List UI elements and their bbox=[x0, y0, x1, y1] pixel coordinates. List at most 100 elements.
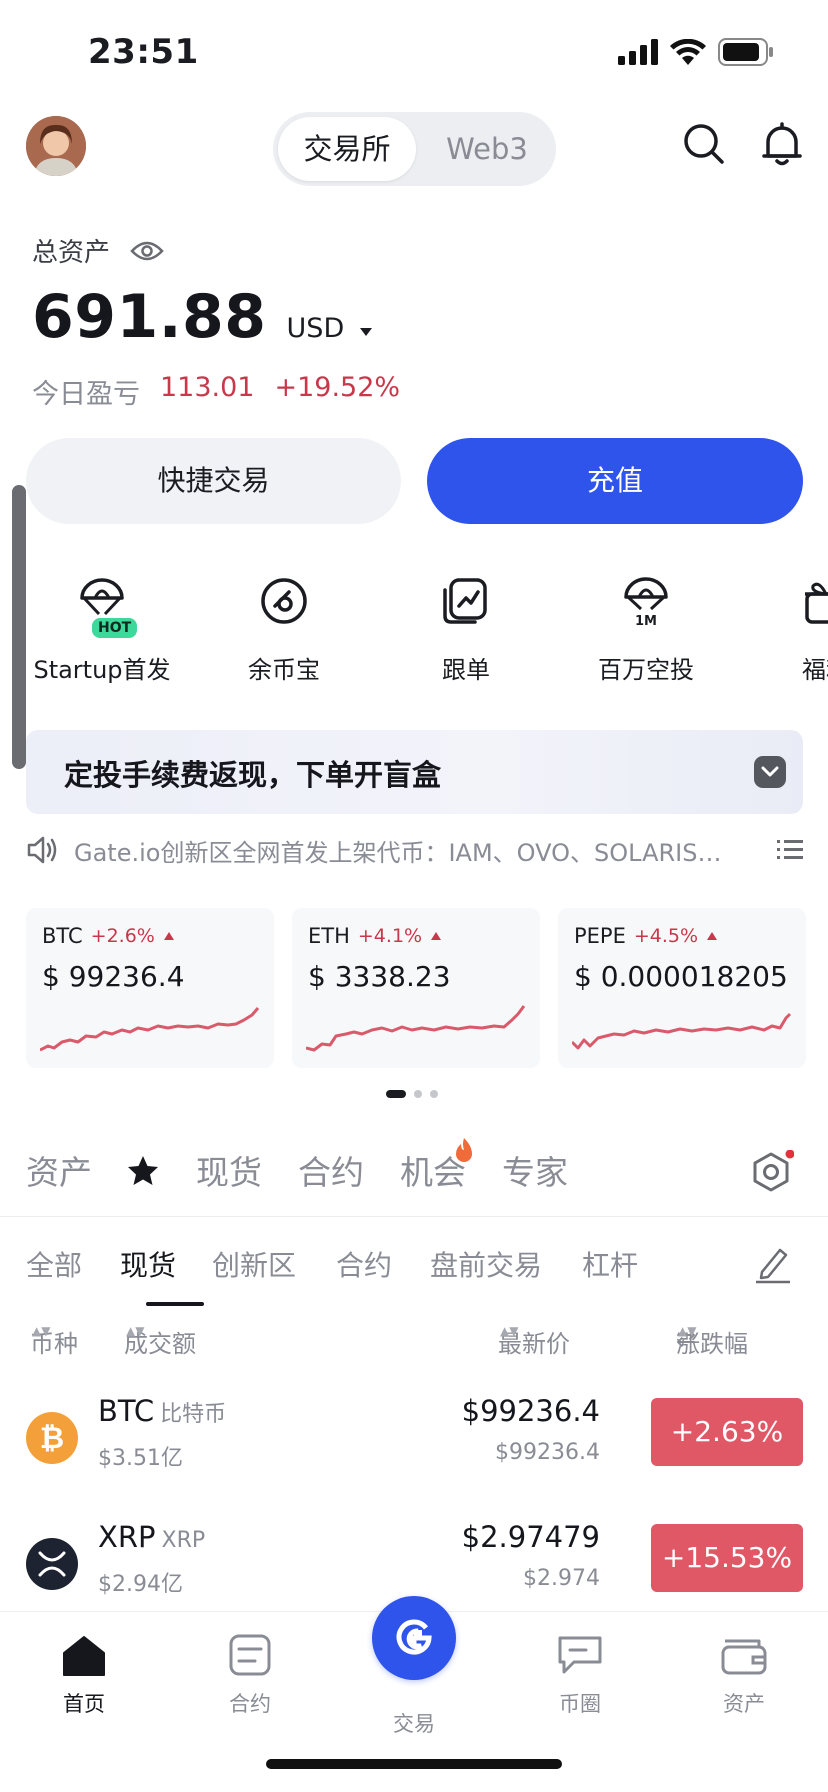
subtab-premarket[interactable]: 盘前交易 bbox=[430, 1244, 542, 1284]
segment-web3[interactable]: Web3 bbox=[423, 117, 551, 181]
ticker-symbol: PEPE bbox=[574, 924, 626, 948]
tab-assets[interactable]: 资产 bbox=[26, 1146, 92, 1194]
ticker-card-eth[interactable]: ETH +4.1% $ 3338.23 bbox=[292, 908, 540, 1068]
subtab-innovation[interactable]: 创新区 bbox=[212, 1244, 296, 1284]
home-icon bbox=[63, 1636, 105, 1676]
announcement-bar[interactable]: Gate.io创新区全网首发上架代币：IAM、OVO、SOLARIS… bbox=[26, 832, 803, 868]
status-time: 23:51 bbox=[88, 32, 199, 72]
currency-label: USD bbox=[286, 313, 345, 344]
subtab-futures[interactable]: 合约 bbox=[336, 1244, 392, 1284]
ticker-card-btc[interactable]: BTC +2.6% $ 99236.4 bbox=[26, 908, 274, 1068]
exchange-web3-switch: 交易所 Web3 bbox=[273, 112, 556, 186]
xrp-coin-icon bbox=[26, 1538, 78, 1590]
coin-price: $2.97479 bbox=[461, 1520, 600, 1554]
active-tab-underline bbox=[146, 1302, 204, 1306]
bell-icon[interactable] bbox=[758, 120, 806, 168]
carousel-dot[interactable] bbox=[386, 1090, 406, 1098]
sort-icon: ▲▼ bbox=[32, 1324, 51, 1338]
speaker-icon bbox=[27, 836, 57, 864]
sort-icon: ▲▼ bbox=[678, 1324, 697, 1338]
table-row[interactable]: ₿ BTC 比特币 $3.51亿 $99236.4 $99236.4 +2.63% bbox=[26, 1390, 803, 1486]
copy-chart-icon bbox=[443, 578, 487, 624]
edit-icon[interactable] bbox=[754, 1244, 792, 1284]
battery-icon bbox=[718, 38, 773, 66]
tab-spot[interactable]: 现货 bbox=[196, 1146, 262, 1194]
pnl-value: 113.01 bbox=[160, 372, 255, 403]
market-tabs: 资产 现货 合约 机会 专家 bbox=[26, 1138, 816, 1206]
avatar[interactable] bbox=[26, 116, 86, 176]
chevron-down-icon[interactable] bbox=[754, 756, 786, 788]
futures-icon bbox=[229, 1634, 271, 1676]
up-triangle-icon bbox=[431, 932, 442, 940]
announcement-text: Gate.io创新区全网首发上架代币：IAM、OVO、SOLARIS… bbox=[74, 838, 722, 867]
subtab-spot[interactable]: 现货 bbox=[120, 1244, 176, 1284]
settings-hex-icon[interactable] bbox=[748, 1150, 794, 1196]
up-triangle-icon bbox=[163, 932, 174, 940]
trade-button[interactable] bbox=[372, 1596, 456, 1680]
airdrop-icon: 1M bbox=[624, 577, 668, 627]
coin-volume: $2.94亿 bbox=[98, 1572, 183, 1597]
feature-label: 百万空投 bbox=[598, 656, 694, 684]
pnl-percent: +19.52% bbox=[274, 372, 401, 403]
promo-banner[interactable]: 定投手续费返现，下单开盲盒 bbox=[26, 730, 803, 814]
tab-futures[interactable]: 合约 bbox=[298, 1146, 364, 1194]
coin-name: 比特币 bbox=[160, 1402, 227, 1427]
search-icon[interactable] bbox=[680, 120, 728, 168]
feature-label: 福利 bbox=[802, 656, 828, 684]
ticker-price: $ 0.000018205 bbox=[574, 960, 788, 993]
coin-price: $99236.4 bbox=[461, 1394, 600, 1428]
nav-label: 资产 bbox=[723, 1692, 765, 1716]
change-badge[interactable]: +2.63% bbox=[651, 1398, 803, 1466]
coin-name: XRP bbox=[161, 1528, 206, 1553]
feature-welfare[interactable]: 福利 bbox=[736, 570, 828, 685]
btc-coin-icon: ₿ bbox=[26, 1412, 78, 1464]
list-icon[interactable] bbox=[777, 839, 803, 861]
feature-yubibao[interactable]: 余币宝 bbox=[194, 570, 374, 685]
feature-copy-trade[interactable]: 跟单 bbox=[376, 570, 556, 685]
sparkline bbox=[572, 1012, 792, 1050]
nav-community[interactable]: 币圈 bbox=[520, 1628, 640, 1718]
currency-selector[interactable]: USD bbox=[287, 313, 373, 344]
nav-assets[interactable]: 资产 bbox=[684, 1628, 804, 1718]
quick-trade-button[interactable]: 快捷交易 bbox=[26, 438, 401, 524]
nav-label: 币圈 bbox=[559, 1692, 601, 1716]
nav-trade-label[interactable]: 交易 bbox=[354, 1708, 474, 1738]
today-pnl: 今日盈亏 113.01 +19.52% bbox=[32, 372, 532, 411]
carousel-dot[interactable] bbox=[414, 1090, 422, 1098]
nav-home[interactable]: 首页 bbox=[24, 1628, 144, 1718]
feature-startup[interactable]: HOT Startup首发 bbox=[12, 570, 192, 685]
sort-icon: ▲▼ bbox=[500, 1324, 519, 1338]
ticker-cards: BTC +2.6% $ 99236.4 ETH +4.1% $ 3338.23 … bbox=[26, 908, 816, 1068]
table-header: 币种 ▲▼ 成交额 ▲▼ 最新价 ▲▼ ⇄ 涨跌幅 ▲▼ bbox=[30, 1324, 748, 1358]
deposit-button[interactable]: 充值 bbox=[427, 438, 803, 524]
wifi-icon bbox=[670, 39, 706, 65]
eye-icon[interactable] bbox=[130, 240, 164, 262]
total-assets: 总资产 691.88 USD 今日盈亏 113.01 +19.52% bbox=[32, 232, 400, 410]
top-bar: 交易所 Web3 bbox=[0, 104, 828, 204]
coin-symbol: XRP bbox=[98, 1520, 156, 1554]
ticker-card-pepe[interactable]: PEPE +4.5% $ 0.000018205 bbox=[558, 908, 806, 1068]
feature-airdrop[interactable]: 1M 百万空投 bbox=[556, 570, 736, 685]
ticker-change: +4.1% bbox=[357, 925, 423, 947]
ticker-change: +4.5% bbox=[633, 925, 699, 947]
segment-exchange[interactable]: 交易所 bbox=[278, 117, 416, 181]
nav-futures[interactable]: 合约 bbox=[190, 1628, 310, 1718]
coin-symbol: BTC bbox=[98, 1394, 155, 1428]
wallet-icon bbox=[721, 1639, 767, 1675]
ticker-change: +2.6% bbox=[90, 925, 155, 947]
gift-icon bbox=[805, 582, 828, 624]
caret-down-icon bbox=[359, 328, 372, 336]
change-badge[interactable]: +15.53% bbox=[651, 1524, 803, 1592]
tab-expert[interactable]: 专家 bbox=[502, 1146, 568, 1194]
sparkline bbox=[40, 1007, 260, 1052]
coin-price-usd: $2.974 bbox=[523, 1566, 600, 1591]
divider bbox=[0, 1216, 828, 1217]
banner-text: 定投手续费返现，下单开盲盒 bbox=[64, 758, 442, 792]
home-indicator bbox=[266, 1759, 562, 1769]
carousel-dot[interactable] bbox=[430, 1090, 438, 1098]
subtab-margin[interactable]: 杠杆 bbox=[582, 1244, 638, 1284]
chat-icon bbox=[558, 1636, 602, 1674]
subtab-all[interactable]: 全部 bbox=[26, 1244, 82, 1284]
star-icon[interactable] bbox=[126, 1154, 160, 1188]
feature-label: 余币宝 bbox=[248, 656, 320, 684]
